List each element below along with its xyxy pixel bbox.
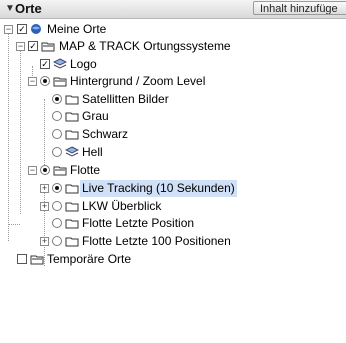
radio-button[interactable] [40,165,50,175]
node-label: Live Tracking (10 Sekunden) [80,180,237,197]
radio-button[interactable] [52,94,62,104]
checkbox[interactable] [17,254,27,264]
folder-icon [65,237,79,247]
node-label: Flotte Letzte Position [82,216,195,230]
tree-node-schwarz[interactable]: Schwarz [0,126,346,143]
folder-icon [65,112,79,122]
node-label: LKW Überblick [82,199,162,213]
layers-icon [65,146,79,157]
folder-open-icon [53,166,67,176]
expand-toggle[interactable]: + [40,202,49,211]
checkbox[interactable]: ✓ [40,59,50,69]
collapse-toggle[interactable]: − [16,42,25,51]
collapse-toggle[interactable]: − [28,77,37,86]
tree-node-hell[interactable]: Hell [0,144,346,161]
radio-button[interactable] [52,183,62,193]
checkbox[interactable]: ✓ [17,24,27,34]
radio-button[interactable] [52,201,62,211]
folder-icon [65,202,79,212]
folder-icon [65,184,79,194]
radio-button[interactable] [52,236,62,246]
tree-node-live-tracking[interactable]: + Live Tracking (10 Sekunden) [0,180,346,197]
collapse-arrow-icon[interactable]: ▼ [5,3,15,14]
tree-node-temporaere-orte[interactable]: Temporäre Orte [0,251,346,268]
tree-node-grau[interactable]: Grau [0,108,346,125]
folder-open-icon [30,255,44,265]
globe-icon [31,24,41,34]
node-label: Satellitten Bilder [82,92,169,106]
collapse-toggle[interactable]: − [28,166,37,175]
folder-icon [65,95,79,105]
layers-icon [53,58,67,69]
tree-node-letzte-100[interactable]: + Flotte Letzte 100 Positionen [0,233,346,250]
folder-icon [65,219,79,229]
folder-icon [65,130,79,140]
folder-open-icon [53,77,67,87]
tree-node-meine-orte[interactable]: − ✓ Meine Orte [0,21,346,38]
radio-button[interactable] [52,111,62,121]
node-label: Flotte Letzte 100 Positionen [82,234,231,248]
add-content-button[interactable]: Inhalt hinzufüge [253,1,346,15]
expand-toggle[interactable]: + [40,237,49,246]
radio-button[interactable] [52,129,62,139]
radio-button[interactable] [52,218,62,228]
radio-button[interactable] [52,147,62,157]
tree-node-letzte-position[interactable]: Flotte Letzte Position [0,215,346,232]
tree-node-satellitten[interactable]: Satellitten Bilder [0,91,346,108]
radio-button[interactable] [40,76,50,86]
panel-header: ▼ Orte Inhalt hinzufüge [0,0,346,19]
tree-node-hintergrund[interactable]: − Hintergrund / Zoom Level [0,73,346,90]
node-label: Grau [82,109,109,123]
node-label: Meine Orte [47,22,107,36]
node-label: Temporäre Orte [47,252,132,266]
node-label: Schwarz [82,127,129,141]
folder-open-icon [41,42,55,52]
tree-node-map-track[interactable]: − ✓ MAP & TRACK Ortungssysteme [0,38,346,55]
node-label: Logo [70,57,97,71]
places-tree: − ✓ Meine Orte − ✓ MAP & TRACK Ortungssy… [0,18,346,343]
node-label: Hell [82,145,103,159]
node-label: MAP & TRACK Ortungssysteme [59,39,231,53]
collapse-toggle[interactable]: − [4,25,13,34]
tree-node-logo[interactable]: ✓ Logo [0,56,346,73]
panel-title: Orte [15,1,42,16]
tree-node-lkw[interactable]: + LKW Überblick [0,198,346,215]
node-label: Flotte [70,163,101,177]
tree-node-flotte[interactable]: − Flotte [0,162,346,179]
checkbox[interactable]: ✓ [28,41,38,51]
expand-toggle[interactable]: + [40,184,49,193]
node-label: Hintergrund / Zoom Level [70,74,206,88]
